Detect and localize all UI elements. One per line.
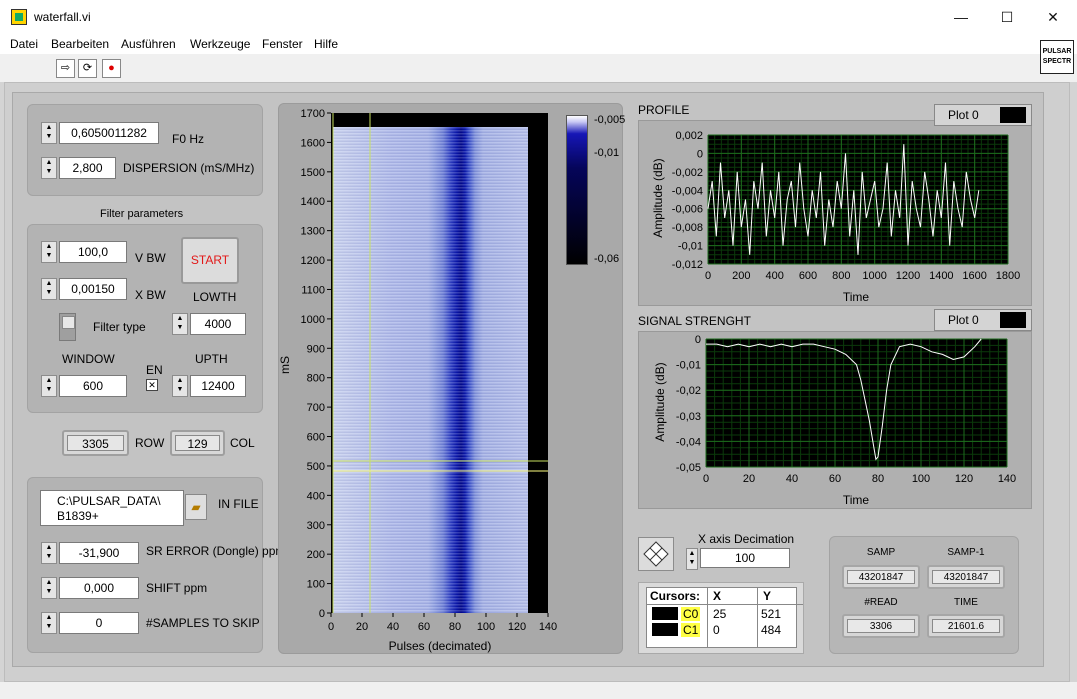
xtick-label: 200 (732, 270, 750, 282)
cursor-c1-style-icon (652, 623, 678, 636)
xtick-label: 400 (765, 270, 783, 282)
cursor-c0-name[interactable]: C0 (681, 607, 701, 621)
ytick-label: -0,04 (676, 436, 701, 448)
xtick-label: 800 (832, 270, 850, 282)
ytick-label: -0,03 (676, 411, 701, 423)
cursor-legend[interactable]: Cursors: X Y C0 25 521 C1 0 484 (646, 587, 803, 648)
xtick-label: 1200 (896, 270, 920, 282)
xtick-label: 0 (703, 473, 709, 485)
samp1-value: 43201847 (932, 570, 1000, 584)
cursors-y-header: Y (757, 588, 803, 605)
ytick-label: -0,004 (672, 185, 703, 197)
ytick-label: -0,01 (678, 241, 703, 253)
decimation-spin-buttons[interactable]: ▲ ▼ (686, 548, 698, 570)
samp1-indicator: 43201847 (927, 565, 1005, 589)
graph-palette-pan-icon[interactable] (638, 537, 674, 571)
xtick-label: 0 (705, 270, 711, 282)
xtick-label: 60 (829, 473, 841, 485)
xtick-label: 1400 (929, 270, 953, 282)
ytick-label: -0,006 (672, 204, 703, 216)
time-indicator: 21601.6 (927, 614, 1005, 638)
diamond-icon (643, 541, 669, 567)
cursor-c1-x: 0 (713, 623, 720, 637)
xtick-label: 1600 (962, 270, 986, 282)
xtick-label: 1000 (862, 270, 886, 282)
read-value: 3306 (847, 619, 915, 633)
xtick-label: 140 (998, 473, 1016, 485)
xtick-label: 20 (743, 473, 755, 485)
time-label: TIME (954, 597, 978, 608)
cursors-x-header: X (707, 588, 763, 605)
profile-xlabel: Time (843, 290, 870, 304)
read-label: #READ (864, 597, 898, 608)
signal-ylabel: Amplitude (dB) (653, 362, 667, 441)
xtick-label: 600 (799, 270, 817, 282)
xtick-label: 100 (912, 473, 930, 485)
cursor-table-divider (757, 604, 758, 648)
decimation-label: X axis Decimation (698, 532, 795, 546)
cursor-c0-style-icon (652, 607, 678, 620)
ytick-label: 0,002 (675, 130, 703, 142)
ytick-label: 0 (695, 334, 701, 346)
ytick-label: -0,01 (676, 360, 701, 372)
ytick-label: -0,05 (676, 462, 701, 474)
time-value: 21601.6 (932, 619, 1000, 633)
xtick-label: 40 (786, 473, 798, 485)
read-indicator: 3306 (842, 614, 920, 638)
ytick-label: -0,012 (672, 259, 703, 271)
cursors-header: Cursors: (647, 588, 710, 605)
profile-ylabel: Amplitude (dB) (651, 158, 665, 237)
xtick-label: 1800 (996, 270, 1020, 282)
samp-label: SAMP (866, 547, 896, 558)
cursor-table-divider (707, 604, 708, 648)
samp-value: 43201847 (847, 570, 915, 584)
ytick-label: -0,02 (676, 385, 701, 397)
signal-xlabel: Time (843, 493, 870, 507)
samp-indicator: 43201847 (842, 565, 920, 589)
decimation-input[interactable]: 100 (700, 548, 790, 568)
ytick-label: -0,002 (672, 167, 703, 179)
cursor-c0-x: 25 (713, 607, 727, 621)
cursor-c0-y: 521 (761, 607, 782, 621)
decimation-control[interactable]: ▲ ▼ 100 (686, 548, 790, 570)
cursor-c1-y: 484 (761, 623, 782, 637)
xtick-label: 80 (872, 473, 884, 485)
xtick-label: 120 (955, 473, 973, 485)
ytick-label: 0 (697, 148, 703, 160)
samp1-label: SAMP-1 (947, 547, 985, 558)
cursor-c1-name[interactable]: C1 (681, 623, 701, 637)
ytick-label: -0,008 (672, 222, 703, 234)
horizontal-scrollbar[interactable] (0, 682, 1077, 699)
